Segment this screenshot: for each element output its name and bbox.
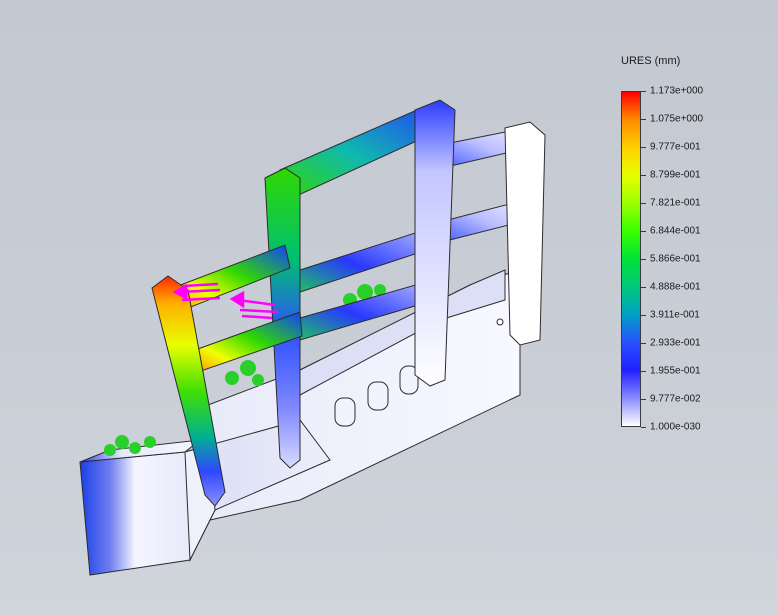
legend-tick-mark (641, 175, 646, 176)
legend-tick-label: 1.955e-001 (650, 365, 701, 377)
legend-tick-mark (641, 91, 646, 92)
legend-tick-mark (641, 119, 646, 120)
legend-tick-mark (641, 427, 646, 428)
legend-tick-label: 3.911e-001 (650, 309, 700, 321)
legend-title: URES (mm) (621, 55, 681, 67)
legend-tick-mark (641, 203, 646, 204)
legend-colorbar (621, 91, 641, 427)
legend-tick-label: 7.821e-001 (650, 197, 701, 209)
legend-tick-label: 1.173e+000 (650, 85, 704, 97)
legend-tick-label: 5.866e-001 (650, 253, 701, 265)
legend-tick-mark (641, 287, 646, 288)
legend-tick-mark (641, 399, 646, 400)
legend-tick-mark (641, 343, 646, 344)
result-legend: URES (mm) 1.173e+000 1.075e+000 9.777e-001… (600, 48, 770, 438)
legend-tick-label: 9.777e-002 (650, 393, 701, 405)
legend-tick-mark (641, 371, 646, 372)
legend-tick-label: 1.075e+000 (650, 113, 704, 125)
legend-tick-label: 9.777e-001 (650, 141, 701, 153)
legend-tick-label: 2.933e-001 (650, 337, 701, 349)
legend-tick-mark (641, 315, 646, 316)
legend-tick-label: 1.000e-030 (650, 421, 701, 433)
legend-tick-mark (641, 259, 646, 260)
legend-tick-mark (641, 147, 646, 148)
legend-tick-mark (641, 231, 646, 232)
legend-tick-label: 4.888e-001 (650, 281, 701, 293)
legend-tick-label: 8.799e-001 (650, 169, 701, 181)
post-rear (504, 121, 546, 346)
legend-tick-label: 6.844e-001 (650, 225, 701, 237)
